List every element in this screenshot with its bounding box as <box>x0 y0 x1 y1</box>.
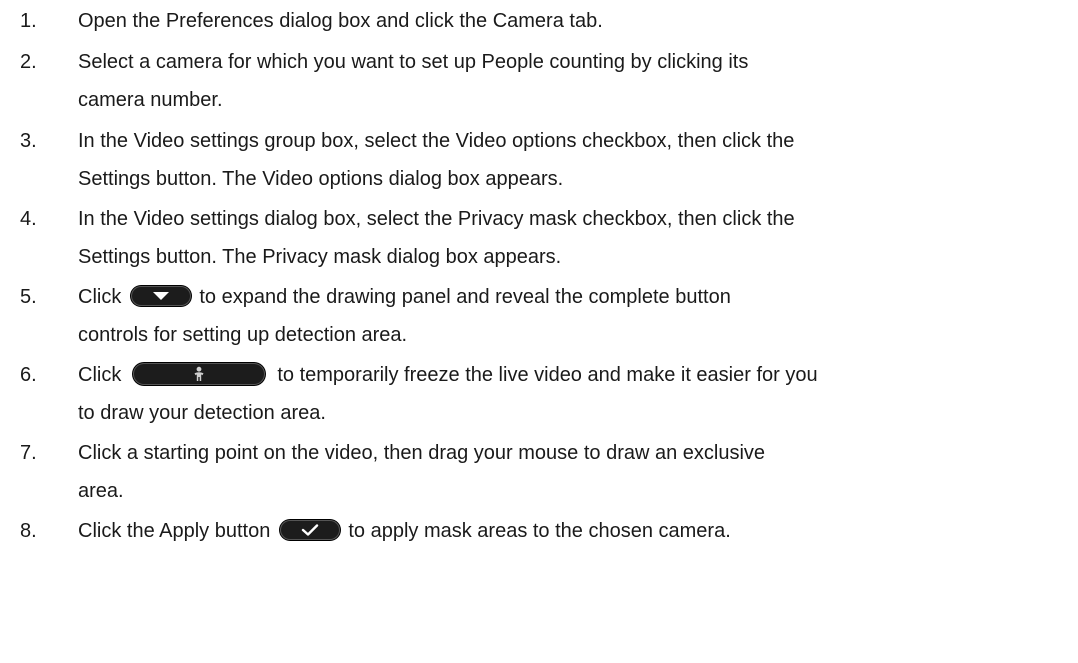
apply-button[interactable] <box>280 519 341 540</box>
step-line: Settings button. The Video options dialo… <box>78 168 564 190</box>
step-text-after: to apply mask areas to the chosen camera… <box>348 520 731 542</box>
step-line: Click a starting point on the video, the… <box>78 442 766 464</box>
step-line: Click the Apply button to apply mask area… <box>78 512 1068 550</box>
step-text-before: Click <box>78 286 122 308</box>
step-line: In the Video settings dialog box, select… <box>78 208 795 230</box>
person-icon <box>194 366 204 381</box>
step-line: controls for setting up detection area. <box>78 324 408 346</box>
step-number: 8. <box>20 520 37 542</box>
step-text-before: Click <box>78 364 122 386</box>
step-line: Settings button. The Privacy mask dialog… <box>78 246 562 268</box>
step-text-after: to expand the drawing panel and reveal t… <box>199 286 731 308</box>
step-line: camera number. <box>78 89 223 111</box>
expand-panel-button[interactable] <box>131 285 192 306</box>
step-line: Open the Preferences dialog box and clic… <box>78 10 603 32</box>
step-text-before: Click the Apply button <box>78 520 271 542</box>
step-text: In the Video settings group box, select … <box>78 122 1068 198</box>
step-text-after: to temporarily freeze the live video and… <box>277 364 818 386</box>
step-line: Click to expand the drawing panel and rev… <box>78 278 1068 316</box>
step-number: 3. <box>20 130 37 152</box>
step-text: In the Video settings dialog box, select… <box>78 200 1068 276</box>
step-text: Click to temporarily freeze the live vide… <box>78 356 1068 432</box>
step-number: 6. <box>20 364 37 386</box>
step-number: 4. <box>20 208 37 230</box>
step-number: 1. <box>20 10 37 32</box>
step-number: 2. <box>20 51 37 73</box>
step-number: 7. <box>20 442 37 464</box>
step-line: to draw your detection area. <box>78 402 326 424</box>
step-text: Click a starting point on the video, the… <box>78 434 1068 510</box>
step-line: Select a camera for which you want to se… <box>78 51 749 73</box>
step-line: area. <box>78 480 124 502</box>
step-text: Click the Apply button to apply mask area… <box>78 512 1068 550</box>
step-line: In the Video settings group box, select … <box>78 130 795 152</box>
chevron-down-icon <box>153 291 170 300</box>
checkmark-icon <box>302 524 319 536</box>
step-text: Open the Preferences dialog box and clic… <box>78 2 1068 40</box>
step-line: Click to temporarily freeze the live vide… <box>78 356 1068 394</box>
step-number: 5. <box>20 286 37 308</box>
step-text: Click to expand the drawing panel and rev… <box>78 278 1068 354</box>
freeze-video-button[interactable] <box>133 362 266 385</box>
step-text: Select a camera for which you want to se… <box>78 43 1068 119</box>
